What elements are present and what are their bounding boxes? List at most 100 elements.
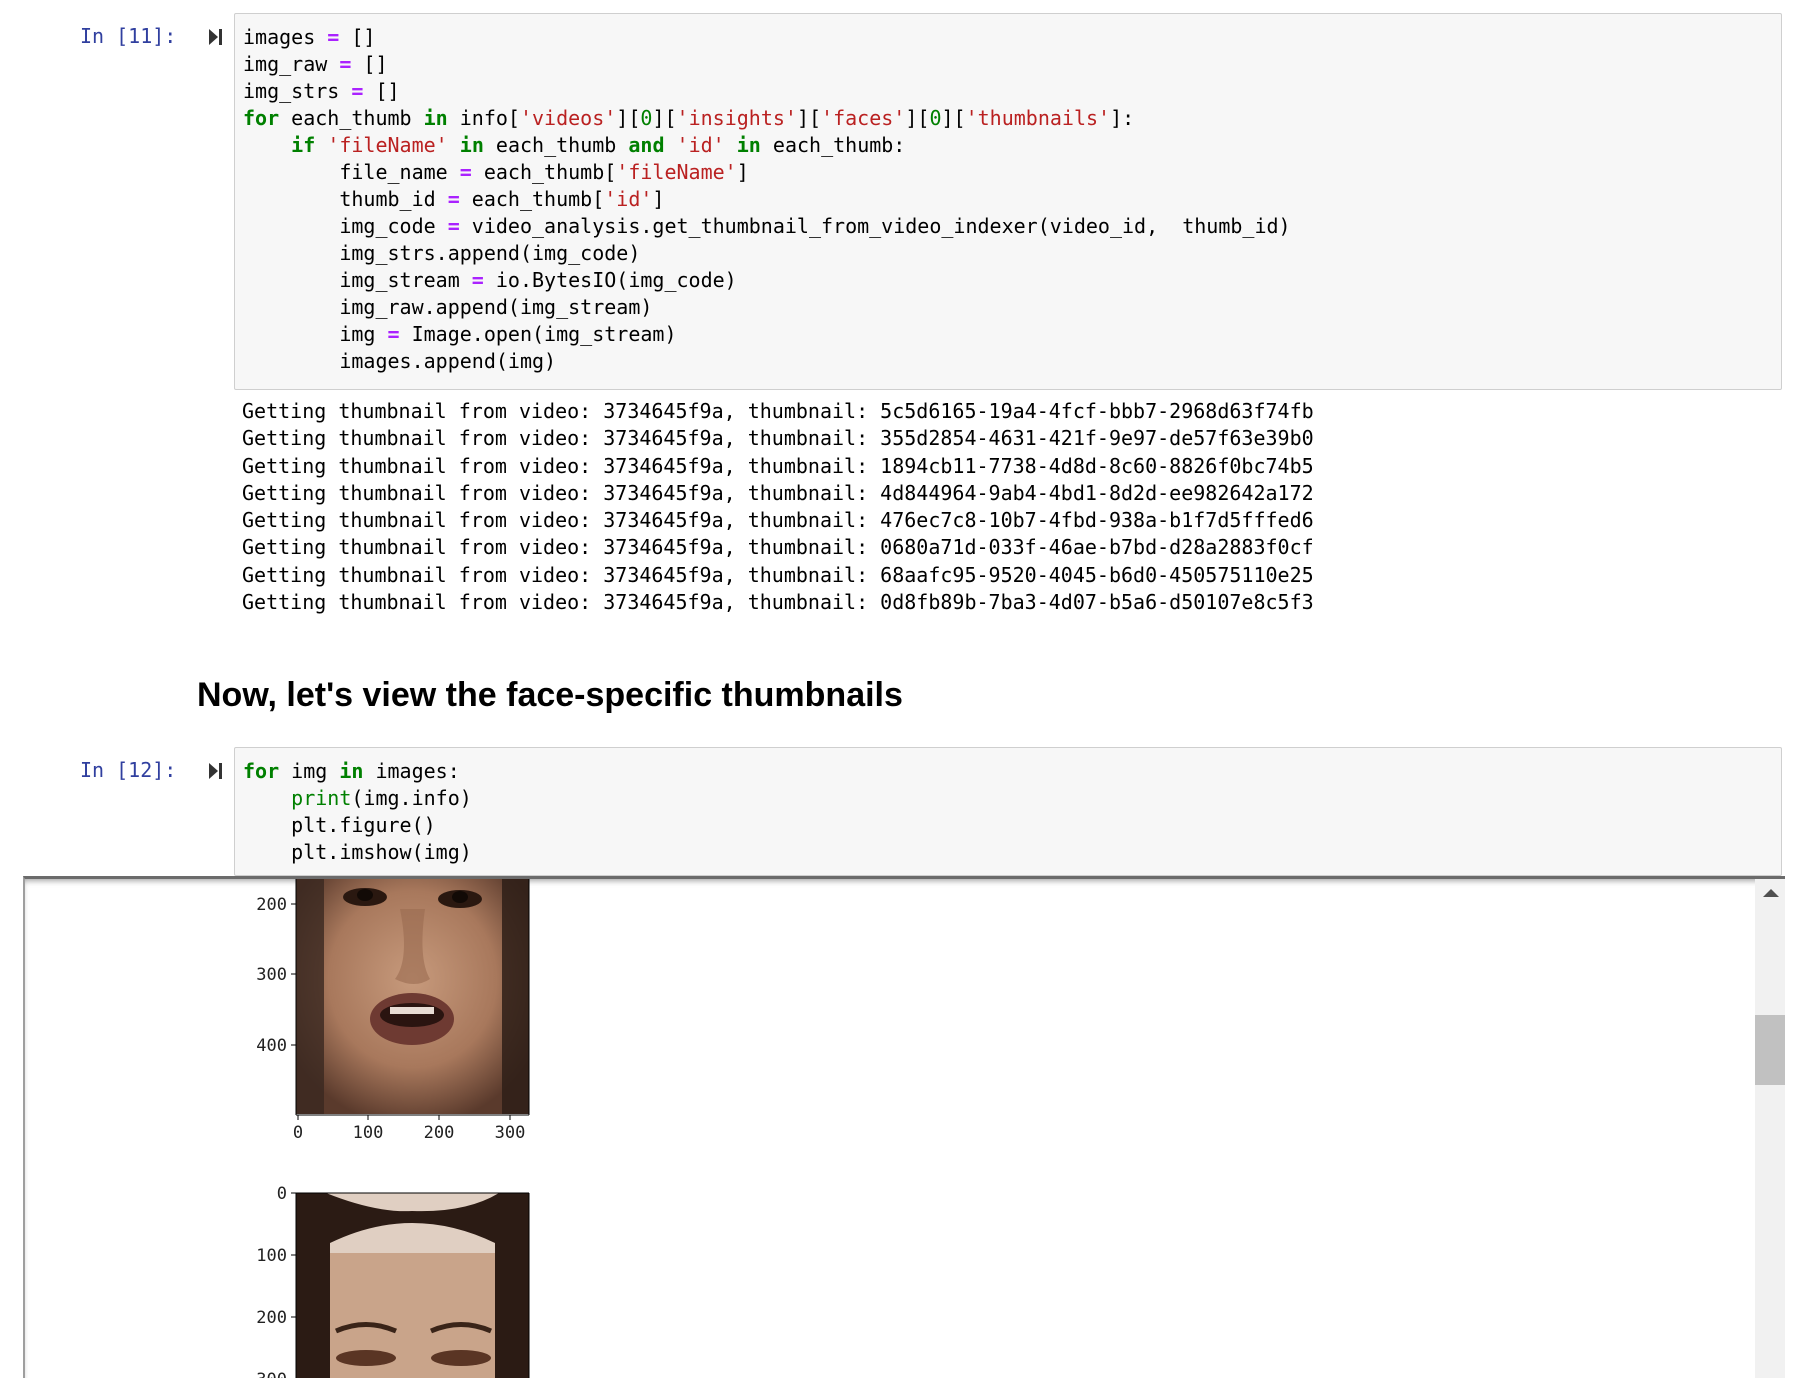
code-token: = bbox=[339, 52, 352, 76]
code-token: each_thumb[ bbox=[471, 160, 617, 184]
code-token: = bbox=[471, 268, 484, 292]
code-token: in bbox=[459, 133, 484, 157]
code-token: ][ bbox=[616, 106, 641, 130]
code-line: img_raw = [] bbox=[235, 51, 1781, 78]
code-line: for img in images: bbox=[235, 758, 1781, 785]
y-tick-label: 300 bbox=[256, 1370, 287, 1378]
code-token: and bbox=[628, 133, 665, 157]
x-tick-label: 300 bbox=[495, 1123, 526, 1143]
x-tick-label: 200 bbox=[424, 1123, 455, 1143]
markdown-heading: Now, let's view the face-specific thumbn… bbox=[197, 676, 903, 714]
code-token: ]: bbox=[1110, 106, 1135, 130]
code-token: ][ bbox=[652, 106, 677, 130]
code-token: for bbox=[243, 106, 280, 130]
code-token: each_thumb bbox=[483, 133, 629, 157]
code-token: img_raw bbox=[243, 52, 340, 76]
code-line: if 'fileName' in each_thumb and 'id' in … bbox=[235, 132, 1781, 159]
code-token: = bbox=[351, 79, 364, 103]
code-token: video_analysis.get_thumbnail_from_video_… bbox=[459, 214, 1291, 238]
cell-prompt-11: In [11]: bbox=[80, 24, 177, 48]
code-token: 'fileName' bbox=[616, 160, 737, 184]
code-token: print bbox=[291, 786, 352, 810]
code-token: img_stream bbox=[243, 268, 472, 292]
code-token: if bbox=[291, 133, 316, 157]
scrollbar-thumb[interactable] bbox=[1755, 1015, 1785, 1085]
code-token: [] bbox=[351, 52, 388, 76]
code-cell-11[interactable]: images = [] img_raw = [] img_strs = [] for … bbox=[234, 13, 1782, 390]
code-cell-12[interactable]: for img in images: print(img.info) plt.f… bbox=[234, 747, 1782, 876]
output-line: Getting thumbnail from video: 3734645f9a… bbox=[242, 453, 1314, 478]
output-line: Getting thumbnail from video: 3734645f9a… bbox=[242, 426, 1314, 451]
output-line: Getting thumbnail from video: 3734645f9a… bbox=[242, 535, 1314, 560]
code-line: print(img.info) bbox=[235, 785, 1781, 812]
y-tick-label: 100 bbox=[256, 1246, 287, 1266]
code-token: 'thumbnails' bbox=[965, 106, 1111, 130]
code-token: img_strs.append(img_code) bbox=[243, 241, 641, 265]
output-line: Getting thumbnail from video: 3734645f9a… bbox=[242, 399, 1314, 423]
code-token: = bbox=[459, 160, 472, 184]
code-token: file_name bbox=[243, 160, 460, 184]
code-token: img_raw.append(img_stream) bbox=[243, 295, 653, 319]
cell-prompt-12: In [12]: bbox=[80, 758, 177, 782]
code-lines: images = [] img_raw = [] img_strs = [] for … bbox=[235, 14, 1781, 375]
code-token: 'faces' bbox=[821, 106, 906, 130]
output-line: Getting thumbnail from video: 3734645f9a… bbox=[242, 508, 1314, 533]
run-cell-icon[interactable] bbox=[208, 27, 224, 47]
code-token: ][ bbox=[941, 106, 966, 130]
code-token: each_thumb bbox=[279, 106, 424, 130]
code-token: io.BytesIO(img_code) bbox=[483, 268, 737, 292]
code-token: = bbox=[447, 187, 460, 211]
closed-eye-right bbox=[431, 1350, 491, 1366]
y-tick-label: 200 bbox=[256, 1308, 287, 1328]
vertical-scrollbar[interactable] bbox=[1755, 879, 1785, 1378]
code-line: thumb_id = each_thumb['id'] bbox=[235, 186, 1781, 213]
cell-output-11: Getting thumbnail from video: 3734645f9a… bbox=[242, 398, 1314, 616]
code-token: img bbox=[279, 759, 340, 783]
code-token: images.append(img) bbox=[243, 349, 557, 373]
code-line: plt.imshow(img) bbox=[235, 839, 1781, 866]
y-tick-label: 200 bbox=[256, 895, 287, 915]
code-token: = bbox=[327, 25, 340, 49]
code-token: [] bbox=[363, 79, 400, 103]
code-token: 'id' bbox=[604, 187, 653, 211]
plot-axes-2: 0 100 200 300 bbox=[256, 1184, 530, 1378]
plot-axes-1: 200 300 400 0 100 200 300 bbox=[256, 879, 530, 1143]
y-tick-label: 0 bbox=[277, 1184, 287, 1204]
code-line: img_strs.append(img_code) bbox=[235, 240, 1781, 267]
code-token: ] bbox=[736, 160, 749, 184]
code-line: img_code = video_analysis.get_thumbnail_… bbox=[235, 213, 1781, 240]
code-line: images = [] bbox=[235, 24, 1781, 51]
code-token: = bbox=[447, 214, 460, 238]
code-token: 0 bbox=[640, 106, 653, 130]
run-cell-icon[interactable] bbox=[208, 761, 224, 781]
output-line: Getting thumbnail from video: 3734645f9a… bbox=[242, 480, 1314, 505]
code-token: ][ bbox=[796, 106, 822, 130]
code-token: info[ bbox=[447, 106, 520, 130]
code-token: ][ bbox=[905, 106, 930, 130]
output-line: Getting thumbnail from video: 3734645f9a… bbox=[242, 590, 1314, 615]
scrolled-output-area[interactable]: 200 300 400 0 100 200 300 0 100 200 300 bbox=[23, 876, 1785, 1378]
code-line: images.append(img) bbox=[235, 348, 1781, 375]
code-token: (img.info) bbox=[351, 786, 472, 810]
x-tick-label: 100 bbox=[353, 1123, 384, 1143]
code-token: img bbox=[243, 322, 388, 346]
code-token: each_thumb[ bbox=[459, 187, 605, 211]
code-token: images: bbox=[363, 759, 460, 783]
face-image-2 bbox=[296, 1193, 529, 1378]
code-token: [] bbox=[339, 25, 376, 49]
code-token: 'fileName' bbox=[327, 133, 448, 157]
x-tick-label: 0 bbox=[293, 1123, 303, 1143]
code-token: in bbox=[423, 106, 448, 130]
scroll-up-arrow-icon[interactable] bbox=[1763, 889, 1779, 897]
code-token: each_thumb: bbox=[760, 133, 906, 157]
code-line: file_name = each_thumb['fileName'] bbox=[235, 159, 1781, 186]
code-token: plt.imshow(img) bbox=[243, 840, 472, 864]
output-line: Getting thumbnail from video: 3734645f9a… bbox=[242, 562, 1314, 587]
code-token: img_strs bbox=[243, 79, 352, 103]
code-token: images bbox=[243, 25, 328, 49]
